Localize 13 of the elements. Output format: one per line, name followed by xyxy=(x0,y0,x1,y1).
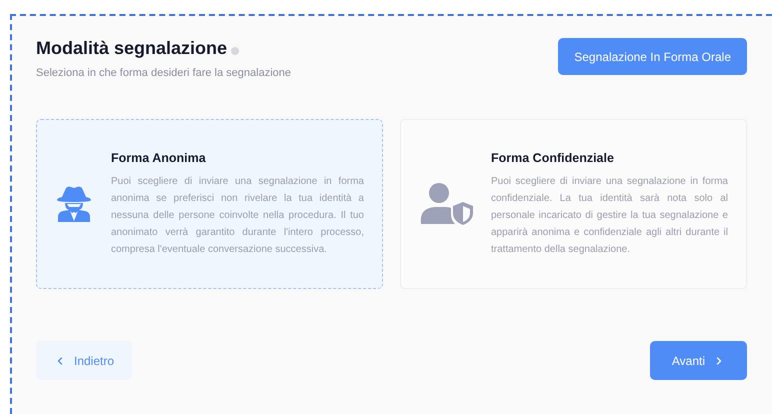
next-button[interactable]: Avanti xyxy=(650,341,747,380)
spy-icon xyxy=(55,185,93,223)
option-description: Puoi scegliere di inviare una segnalazione in forma confidenziale. La tua identità sarà nota solo al personale incaricato di gestire la tua segnalazione e apparirà anonima e confidenziale agli altri durante il trattamento della segnalazione. xyxy=(491,174,728,256)
option-card[interactable] xyxy=(36,119,383,289)
option-title: Forma Anonima xyxy=(111,150,207,164)
option-description: Puoi scegliere di inviare una segnalazione in forma anonima se preferisci non rivelare la tua identità a nessuna delle persone coinvolte nella procedura. Il tuo anonimato verrà garantito durante l'intero processo, compresa l'eventuale conversazione successiva. xyxy=(111,174,364,256)
oral-report-button[interactable]: Segnalazione In Forma Orale xyxy=(558,38,747,75)
page-title: Modalità segnalazione xyxy=(36,38,228,59)
user-shield-icon xyxy=(419,182,473,226)
info-icon xyxy=(231,46,240,54)
option-title: Forma Confidenziale xyxy=(491,150,615,164)
page-subtitle: Seleziona in che forma desideri fare la segnalazione xyxy=(36,67,291,79)
back-button[interactable]: Indietro xyxy=(36,341,132,380)
